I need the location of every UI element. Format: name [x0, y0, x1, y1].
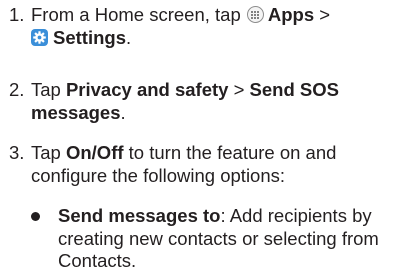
apps-grid-icon — [246, 6, 264, 23]
on-off-label: On/Off — [65, 142, 124, 163]
privacy-safety-label: Privacy and safety — [65, 79, 229, 100]
step-end: . — [120, 101, 126, 123]
instructions-page: 1. From a Home screen, tap Apps > Settin… — [0, 0, 395, 273]
step-number: 2. — [9, 79, 25, 100]
bullet-send-messages-to: Send messages to: Add recipients by crea… — [31, 205, 391, 273]
bullet-dot-icon — [31, 212, 40, 221]
step-3: 3. Tap On/Off to turn the feature on and… — [9, 142, 389, 187]
step-end: . — [125, 26, 132, 48]
step-text: Tap — [31, 142, 61, 163]
apps-label: Apps — [267, 4, 315, 25]
bullet-label: Send messages to — [58, 205, 221, 226]
separator: > — [319, 4, 331, 25]
step-number: 3. — [9, 142, 25, 163]
step-number: 1. — [9, 4, 25, 25]
step-text: From a Home screen, tap — [31, 4, 241, 25]
gear-icon — [31, 28, 48, 46]
settings-label: Settings — [53, 26, 126, 48]
step-text: Tap — [31, 79, 61, 100]
step-1: 1. From a Home screen, tap Apps > Settin… — [9, 4, 389, 49]
step-2: 2. Tap Privacy and safety > Send SOS mes… — [9, 79, 389, 124]
separator: > — [233, 79, 245, 100]
